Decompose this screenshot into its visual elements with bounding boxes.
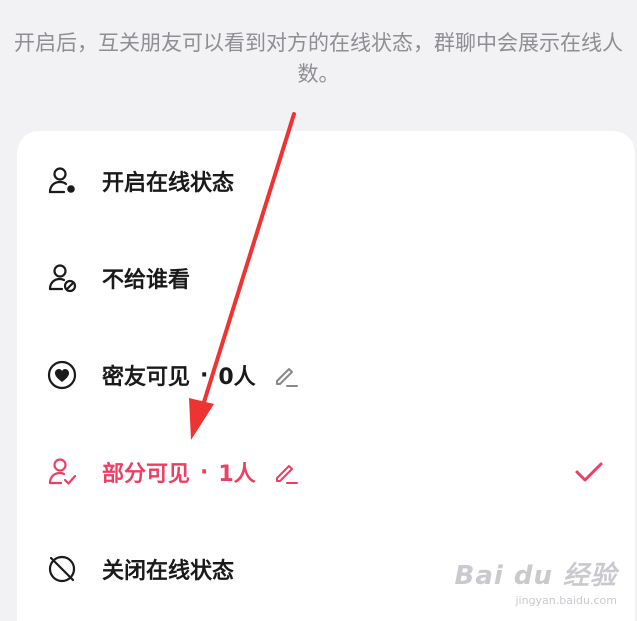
description-text: 开启后，互关朋友可以看到对方的在线状态，群聊中会展示在线人数。: [14, 31, 623, 86]
option-close-friends[interactable]: 密友可见 · 0人: [17, 345, 635, 405]
heart-circle-icon: [45, 358, 79, 392]
person-blocked-icon: [45, 261, 79, 295]
edit-icon[interactable]: [272, 361, 300, 389]
edit-icon[interactable]: [272, 458, 300, 486]
option-online-status-on[interactable]: 开启在线状态: [17, 151, 635, 211]
option-label: 关闭在线状态: [102, 559, 235, 584]
watermark-url: jingyan.baidu.com: [515, 594, 617, 607]
option-label-group: 部分可见 · 1人: [102, 456, 300, 488]
option-label: 部分可见: [102, 462, 191, 487]
baidu-jingyan-watermark: Bai du 经验 jingyan.baidu.com: [455, 555, 618, 607]
option-label: 密友可见: [102, 365, 191, 390]
person-online-icon: [45, 164, 79, 198]
offline-circle-icon: [45, 552, 79, 586]
option-label: 不给谁看: [102, 268, 191, 293]
watermark-logo: Bai du 经验: [454, 561, 617, 591]
checkmark-icon: [573, 456, 605, 488]
separator-dot: ·: [200, 362, 209, 388]
member-count: 0人: [218, 365, 256, 390]
option-label-group: 密友可见 · 0人: [102, 359, 300, 391]
option-partial-visible[interactable]: 部分可见 · 1人: [17, 442, 635, 502]
option-label: 开启在线状态: [102, 171, 235, 196]
person-check-icon: [45, 455, 79, 489]
visibility-options-card: 开启在线状态 不给谁看 密友可见 · 0人 部分可见 · 1人 关闭在线状态 B…: [17, 131, 635, 621]
separator-dot: ·: [200, 459, 209, 485]
member-count: 1人: [218, 462, 256, 487]
option-hide-from[interactable]: 不给谁看: [17, 248, 635, 308]
